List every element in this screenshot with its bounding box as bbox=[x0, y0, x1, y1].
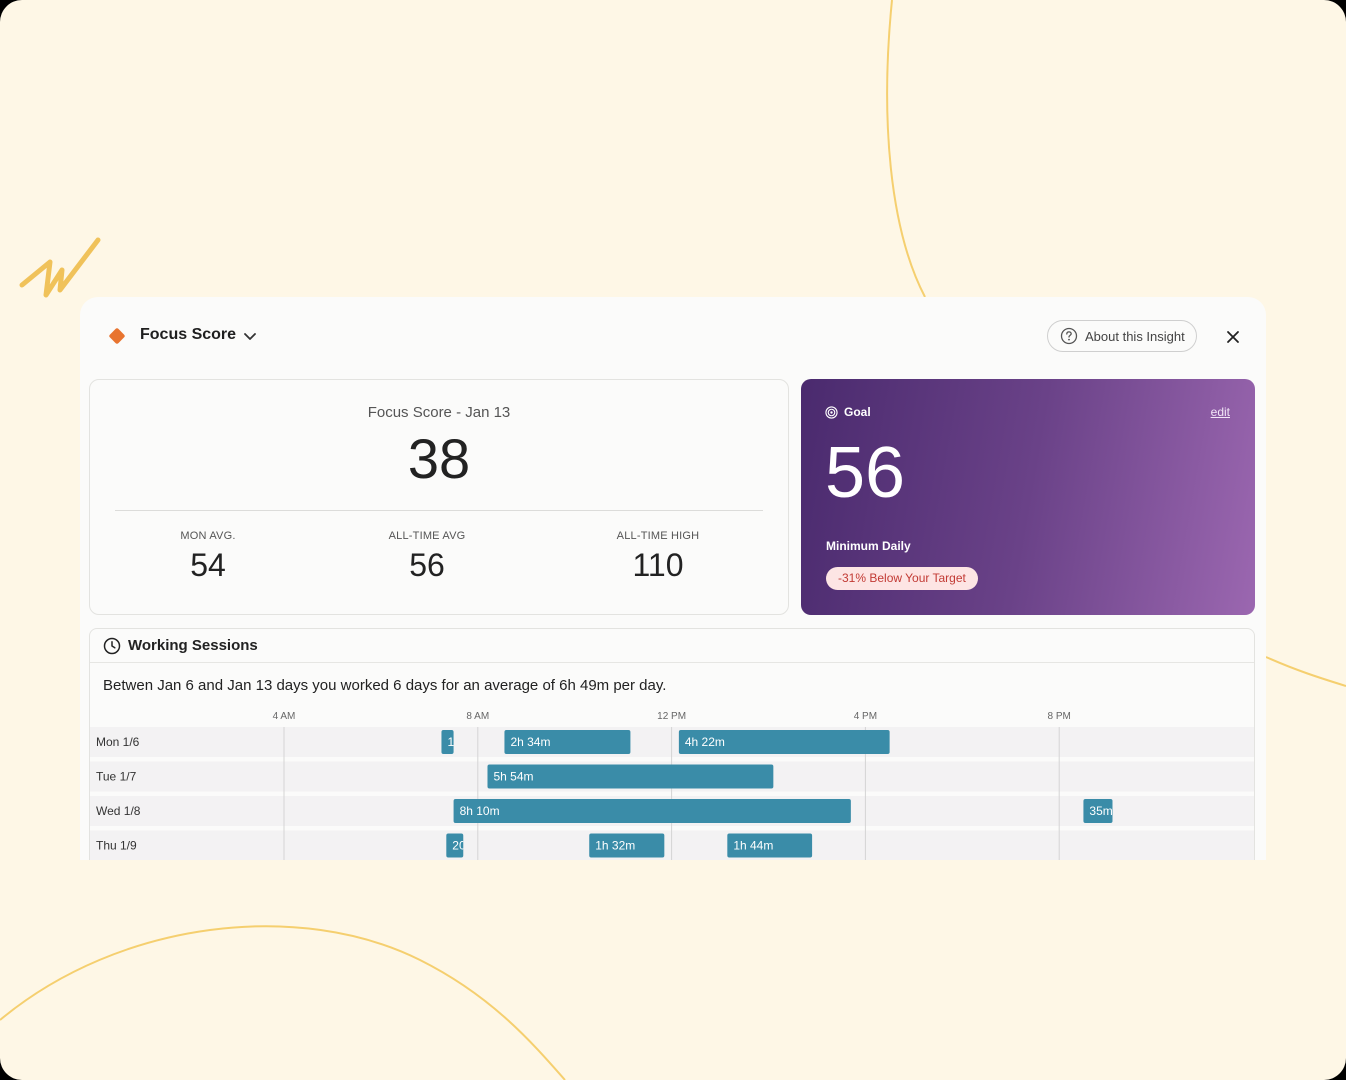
stat-value: 56 bbox=[409, 547, 445, 583]
stat-label: ALL-TIME HIGH bbox=[616, 530, 700, 542]
row-label: Tue 1/7 bbox=[96, 770, 137, 784]
target-icon bbox=[825, 405, 838, 419]
session-duration-label: 1h 44m bbox=[733, 839, 773, 853]
goal-label: Goal bbox=[844, 405, 871, 419]
session-bar-group: 5h 54m bbox=[487, 764, 774, 789]
row-label: Mon 1/6 bbox=[96, 735, 140, 749]
session-duration-label: 1 bbox=[447, 735, 454, 749]
session-duration-label: 8h 10m bbox=[460, 804, 500, 818]
insight-title: Focus Score bbox=[140, 326, 237, 343]
app-screen: Focus Score About this Insight Focus Sco… bbox=[0, 0, 1346, 1080]
axis-tick-label: 4 AM bbox=[273, 711, 296, 722]
session-duration-label: 2h 34m bbox=[510, 735, 550, 749]
session-bar-group: 35m bbox=[1083, 799, 1113, 823]
focus-score-panel: Focus Score - Jan 13 38 MON AVG. 54 ALL-… bbox=[89, 379, 789, 615]
about-insight-button[interactable]: About this Insight bbox=[1047, 320, 1197, 352]
session-bar-group: 1h 44m bbox=[727, 833, 813, 858]
session-bar-group: 20 bbox=[446, 833, 463, 858]
row-label: Wed 1/8 bbox=[96, 804, 141, 818]
session-bar-group: 8h 10m bbox=[453, 799, 851, 823]
session-bar-group: 1h 32m bbox=[589, 833, 665, 858]
chevron-down-icon[interactable] bbox=[242, 328, 258, 344]
stat-alltime-high: ALL-TIME HIGH 110 bbox=[578, 530, 738, 584]
insight-header: Focus Score About this Insight bbox=[80, 297, 1266, 377]
session-duration-label: 4h 22m bbox=[685, 735, 725, 749]
close-icon[interactable] bbox=[1224, 328, 1242, 346]
session-duration-label: 35m bbox=[1089, 804, 1112, 818]
axis-tick-label: 12 PM bbox=[657, 711, 686, 722]
working-sessions-panel: Working Sessions Betwen Jan 6 and Jan 13… bbox=[89, 628, 1255, 860]
session-bar-group: 1 bbox=[441, 730, 454, 754]
divider bbox=[115, 510, 763, 511]
goal-status-badge: -31% Below Your Target bbox=[826, 567, 978, 590]
axis-tick-label: 8 AM bbox=[466, 711, 489, 722]
goal-subtitle: Minimum Daily bbox=[826, 539, 911, 553]
insight-card: Focus Score About this Insight Focus Sco… bbox=[80, 297, 1266, 860]
row-label: Thu 1/9 bbox=[96, 839, 137, 853]
session-duration-label: 1h 32m bbox=[595, 839, 635, 853]
deco-curve-right bbox=[1265, 656, 1346, 687]
goal-panel: Goal edit 56 Minimum Daily -31% Below Yo… bbox=[801, 379, 1255, 615]
help-icon bbox=[1060, 327, 1078, 345]
stat-mon-avg: MON AVG. 54 bbox=[128, 530, 288, 584]
axis-tick-label: 4 PM bbox=[854, 711, 877, 722]
axis-tick-label: 8 PM bbox=[1048, 711, 1071, 722]
session-bar-group: 2h 34m bbox=[504, 730, 631, 754]
squiggle-mark bbox=[19, 237, 101, 298]
goal-edit-link[interactable]: edit bbox=[1211, 405, 1230, 419]
stat-label: ALL-TIME AVG bbox=[388, 530, 466, 542]
focus-score-label: Focus Score - Jan 13 bbox=[367, 404, 511, 421]
session-duration-label: 5h 54m bbox=[493, 770, 533, 784]
goal-value: 56 bbox=[825, 433, 906, 513]
session-bar[interactable] bbox=[453, 799, 851, 823]
stat-label: MON AVG. bbox=[180, 530, 236, 542]
goal-header: Goal bbox=[825, 405, 871, 419]
focus-score-value: 38 bbox=[407, 427, 471, 490]
session-bar-group: 4h 22m bbox=[678, 730, 890, 754]
diamond-icon bbox=[108, 327, 126, 345]
stat-value: 110 bbox=[632, 547, 684, 583]
deco-curve-top bbox=[886, 0, 926, 298]
deco-curve-bottom bbox=[0, 925, 566, 1080]
sessions-timeline: 4 AM 8 AM 12 PM 4 PM 8 PM Mon 1/6 1 2h 34m 4h 22… bbox=[90, 711, 1254, 860]
stat-value: 54 bbox=[190, 547, 226, 583]
stat-alltime-avg: ALL-TIME AVG 56 bbox=[347, 530, 507, 584]
about-insight-label: About this Insight bbox=[1085, 328, 1185, 344]
